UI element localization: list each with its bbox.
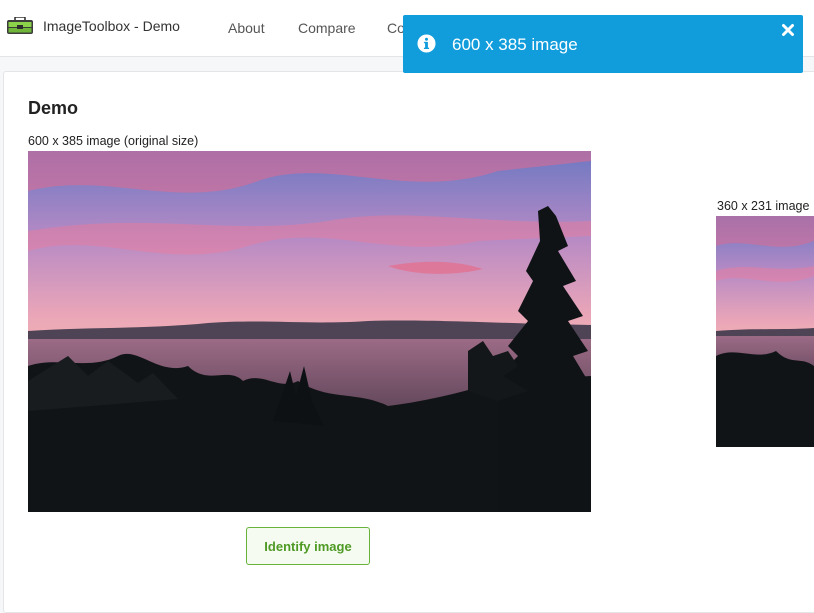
brand-title: ImageToolbox - Demo bbox=[43, 18, 180, 34]
nav-link-compare[interactable]: Compare bbox=[298, 20, 356, 36]
nav-link-about[interactable]: About bbox=[228, 20, 265, 36]
info-icon bbox=[417, 34, 436, 53]
original-image bbox=[28, 151, 591, 512]
resized-image bbox=[716, 216, 814, 447]
page-title: Demo bbox=[28, 98, 79, 118]
resized-image-caption: 360 x 231 image bbox=[717, 199, 810, 213]
toast-message: 600 x 385 image bbox=[452, 35, 578, 54]
original-image-caption: 600 x 385 image (original size) bbox=[28, 134, 199, 148]
brand[interactable]: ImageToolbox - Demo bbox=[6, 17, 180, 35]
identify-image-button[interactable]: Identify image bbox=[246, 527, 370, 565]
close-icon[interactable] bbox=[781, 23, 795, 37]
toast-notification: 600 x 385 image bbox=[403, 15, 803, 73]
toolbox-icon bbox=[7, 17, 33, 34]
